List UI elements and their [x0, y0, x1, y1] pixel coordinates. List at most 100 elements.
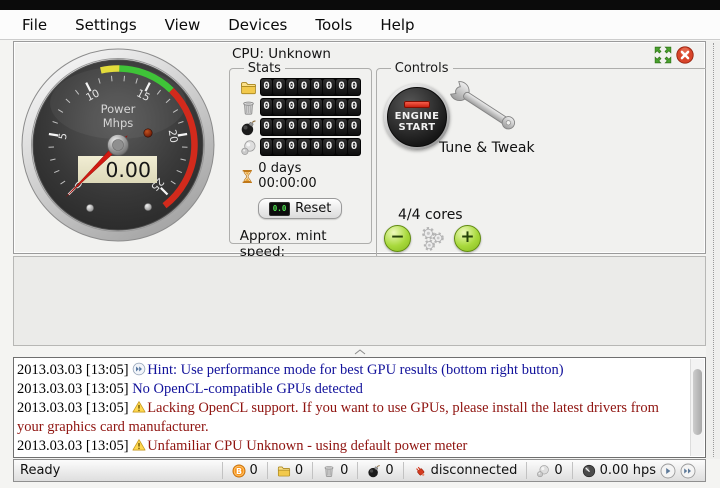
log-message: No OpenCL-compatible GPUs detected	[132, 381, 363, 397]
status-section: 0.00 hps	[572, 462, 705, 479]
counter-display: 00000000	[260, 78, 361, 96]
splitter-handle[interactable]	[13, 346, 706, 357]
devices-panel	[13, 256, 706, 346]
controls-group: Controls ENGINE START	[376, 61, 712, 259]
engine-start-indicator	[404, 101, 430, 108]
log-scrollbar[interactable]	[690, 359, 704, 456]
ffwd-button[interactable]	[680, 463, 696, 479]
uptime-row: 0 days 00:00:00	[240, 161, 361, 191]
log-line: 2013.03.03 [13:05] No OpenCL-compatible …	[17, 380, 687, 399]
bomb-icon	[240, 119, 257, 136]
log-timestamp: 2013.03.03 [13:05]	[17, 400, 132, 416]
shares-icon	[240, 139, 257, 156]
status-value: 0	[554, 463, 562, 478]
wrench-icon	[443, 78, 535, 140]
gauge-screw	[144, 203, 151, 210]
warning-icon	[132, 438, 146, 452]
folder-icon	[240, 79, 257, 96]
gauge-led	[144, 129, 152, 137]
engine-start-label-1: ENGINE	[395, 111, 440, 122]
menu-view[interactable]: View	[165, 16, 201, 34]
status-value: disconnected	[431, 463, 518, 478]
log-line: 2013.03.03 [13:05] Hint: Use performance…	[17, 361, 687, 380]
log-line: 2013.03.03 [13:05] Lacking OpenCL suppor…	[17, 399, 687, 437]
log-timestamp: 2013.03.03 [13:05]	[17, 381, 132, 397]
status-value: 0.00 hps	[600, 463, 656, 478]
log-timestamp: 2013.03.03 [13:05]	[17, 438, 132, 454]
log-lines: 2013.03.03 [13:05] Hint: Use performance…	[17, 361, 687, 456]
status-section: 0	[267, 462, 312, 479]
reset-meter-icon: 0.0	[269, 202, 290, 216]
log-panel[interactable]: 2013.03.03 [13:05] Hint: Use performance…	[13, 357, 706, 458]
status-section: B0	[222, 462, 267, 479]
status-value: 0	[295, 463, 303, 478]
trash-icon	[240, 99, 257, 116]
plug-icon	[413, 464, 427, 478]
statusbar: Ready B0000disconnected00.00 hps	[13, 459, 706, 482]
engine-start-label-2: START	[398, 122, 435, 133]
gauge-screw	[86, 204, 93, 211]
log-message: Unfamiliar CPU Unknown - using default p…	[147, 438, 467, 454]
reset-button[interactable]: 0.0 Reset	[258, 198, 342, 219]
stats-group-title: Stats	[244, 61, 285, 76]
uptime-value: 0 days 00:00:00	[258, 161, 360, 191]
stats-group: Stats 00000000 00000000 00000000 00000000 0…	[229, 61, 372, 244]
stat-counter-row: 00000000	[240, 138, 361, 156]
stat-counter-row: 00000000	[240, 78, 361, 96]
tune-tweak-label: Tune & Tweak	[439, 140, 535, 156]
status-ready-label: Ready	[14, 463, 222, 478]
play-button[interactable]	[660, 463, 676, 479]
window-right-edge	[706, 41, 720, 459]
warning-icon	[132, 400, 146, 414]
status-value: 0	[385, 463, 393, 478]
power-gauge-dial: 0510152025 Power Mhps 0.00	[18, 45, 218, 245]
folder-icon	[277, 464, 291, 478]
trash-icon	[322, 464, 336, 478]
tune-tweak-button[interactable]	[443, 78, 535, 140]
status-value: 0	[250, 463, 258, 478]
gauge-lcd-value: 0.00	[105, 158, 151, 182]
status-sections: B0000disconnected00.00 hps	[222, 460, 705, 481]
status-section: disconnected	[403, 462, 527, 479]
svg-text:B: B	[236, 466, 242, 475]
menu-tools[interactable]: Tools	[315, 16, 352, 34]
menu-file[interactable]: File	[22, 16, 47, 34]
bomb-icon	[367, 464, 381, 478]
cores-count-label: 4/4 cores	[398, 207, 463, 223]
status-value: 0	[340, 463, 348, 478]
remove-core-button[interactable]: −	[384, 225, 411, 252]
btc-icon: B	[232, 464, 246, 478]
counter-display: 00000000	[260, 138, 361, 156]
hint-icon	[132, 362, 146, 376]
speed-icon	[582, 464, 596, 478]
menu-devices[interactable]: Devices	[228, 16, 287, 34]
gauge-title: Power	[101, 102, 136, 116]
log-line: 2013.03.03 [13:05] Unfamiliar CPU Unknow…	[17, 437, 687, 456]
gears-icon	[417, 224, 448, 253]
reset-button-label: Reset	[295, 201, 331, 216]
expand-arrows-button[interactable]	[654, 46, 672, 64]
menu-settings[interactable]: Settings	[75, 16, 137, 34]
add-core-button[interactable]: +	[454, 225, 481, 252]
controls-group-title: Controls	[391, 61, 453, 76]
counter-display: 00000000	[260, 118, 361, 136]
menubar: File Settings View Devices Tools Help	[0, 10, 720, 40]
counter-display: 00000000	[260, 98, 361, 116]
status-section: 0	[357, 462, 402, 479]
cpu-label: CPU: Unknown	[232, 46, 331, 62]
miner-main-panel: 0510152025 Power Mhps 0.00 CPU: Unknown …	[13, 41, 706, 254]
splitter-caret-icon	[354, 349, 366, 355]
window-titlebar-edge	[0, 0, 720, 10]
menu-help[interactable]: Help	[380, 16, 414, 34]
close-button[interactable]	[676, 46, 694, 64]
status-section: 0	[312, 462, 357, 479]
stat-counter-row: 00000000	[240, 118, 361, 136]
svg-text:20: 20	[166, 129, 180, 144]
status-section: 0	[526, 462, 571, 479]
stat-counters: 00000000 00000000 00000000 00000000	[240, 78, 361, 156]
stat-counter-row: 00000000	[240, 98, 361, 116]
log-scrollbar-thumb[interactable]	[693, 369, 702, 435]
shares-icon	[536, 464, 550, 478]
hourglass-icon	[240, 169, 255, 184]
power-gauge: 0510152025 Power Mhps 0.00	[18, 45, 218, 245]
